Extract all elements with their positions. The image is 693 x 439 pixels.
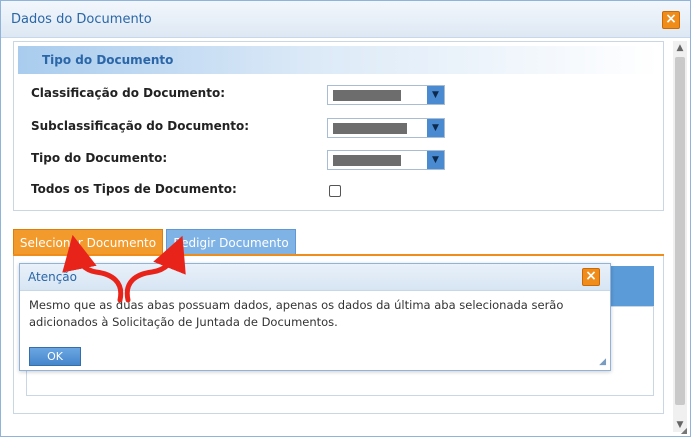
atencao-alert-dialog: Atenção × Mesmo que as duas abas possuam… <box>19 263 611 371</box>
todos-tipos-label: Todos os Tipos de Documento: <box>31 182 237 196</box>
alert-close-button[interactable]: × <box>582 268 600 286</box>
todos-tipos-checkbox[interactable] <box>329 185 341 197</box>
classificacao-selected-value <box>333 90 401 101</box>
alert-title: Atenção <box>28 270 77 284</box>
alert-resize-grip-icon[interactable]: ◢ <box>599 357 606 367</box>
subclassificacao-selected-value <box>333 123 407 134</box>
scrollbar-thumb[interactable] <box>675 57 685 405</box>
tab-selecionar-documento[interactable]: Selecionar Documento <box>13 229 163 255</box>
dados-documento-dialog: Dados do Documento × ▲ ▼ Tipo do Documen… <box>0 0 691 437</box>
chevron-down-icon[interactable]: ▼ <box>427 119 444 137</box>
section-header: Tipo do Documento <box>18 46 659 74</box>
tipo-select[interactable]: ▼ <box>327 150 445 170</box>
scroll-up-icon[interactable]: ▲ <box>673 41 687 55</box>
section-title: Tipo do Documento <box>42 53 174 67</box>
alert-titlebar[interactable]: Atenção × <box>20 264 610 291</box>
alert-message: Mesmo que as duas abas possuam dados, ap… <box>29 298 564 329</box>
tipo-label: Tipo do Documento: <box>31 151 168 165</box>
tab-redigir-documento[interactable]: Redigir Documento <box>166 229 296 255</box>
vertical-scrollbar[interactable]: ▲ ▼ <box>673 41 687 432</box>
dialog-title: Dados do Documento <box>11 12 152 27</box>
chevron-down-icon[interactable]: ▼ <box>427 151 444 169</box>
dialog-titlebar[interactable]: Dados do Documento × <box>1 1 690 38</box>
dialog-resize-grip-icon[interactable]: ◢ <box>681 426 687 435</box>
classificacao-label: Classificação do Documento: <box>31 86 225 100</box>
ok-button[interactable]: OK <box>29 347 81 366</box>
tipo-documento-panel: Tipo do Documento Classificação do Docum… <box>13 41 664 211</box>
subclassificacao-label: Subclassificação do Documento: <box>31 119 250 133</box>
chevron-down-icon[interactable]: ▼ <box>427 86 444 104</box>
dialog-close-button[interactable]: × <box>662 11 680 29</box>
tipo-selected-value <box>333 155 401 166</box>
subclassificacao-select[interactable]: ▼ <box>327 118 445 138</box>
classificacao-select[interactable]: ▼ <box>327 85 445 105</box>
